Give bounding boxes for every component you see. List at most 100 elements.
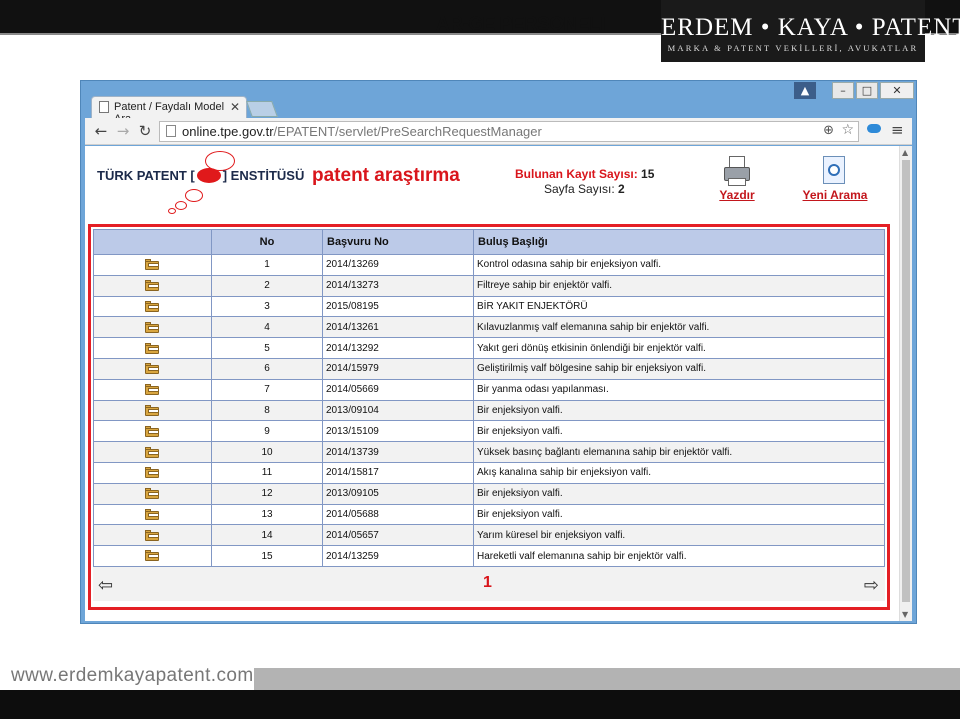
row-open-cell[interactable]	[93, 524, 212, 547]
table-row[interactable]: 12 2013/09105 Bir enjeksiyon valfi.	[93, 482, 885, 505]
open-folder-icon[interactable]	[144, 280, 161, 292]
scroll-up-icon[interactable]: ▲	[902, 148, 908, 157]
row-open-cell[interactable]	[93, 461, 212, 484]
row-open-cell[interactable]	[93, 274, 212, 297]
table-row[interactable]: 8 2013/09104 Bir enjeksiyon valfi.	[93, 399, 885, 422]
row-title: Bir enjeksiyon valfi.	[473, 482, 885, 505]
minimize-button[interactable]: –	[832, 82, 854, 99]
open-folder-icon[interactable]	[144, 550, 161, 562]
user-icon[interactable]: ▲	[794, 82, 816, 99]
column-header-no: No	[211, 229, 323, 255]
printer-icon	[724, 156, 750, 186]
row-open-cell[interactable]	[93, 503, 212, 526]
row-application-no: 2014/05657	[322, 524, 474, 547]
browser-toolbar: ← → ↻ online.tpe.gov.tr/EPATENT/servlet/…	[85, 118, 912, 145]
new-tab-button[interactable]	[246, 101, 278, 117]
row-open-cell[interactable]	[93, 357, 212, 380]
star-icon[interactable]: ☆	[841, 122, 854, 138]
open-folder-icon[interactable]	[144, 467, 161, 479]
vertical-scrollbar[interactable]: ▲ ▼	[899, 146, 912, 621]
print-label[interactable]: Yazdır	[715, 188, 759, 202]
reload-icon[interactable]: ↻	[135, 122, 155, 140]
table-row[interactable]: 9 2013/15109 Bir enjeksiyon valfi.	[93, 420, 885, 443]
table-row[interactable]: 14 2014/05657 Yarım küresel bir enjeksiyon…	[93, 524, 885, 547]
table-row[interactable]: 11 2014/15817 Akış kanalına sahip bir enje…	[93, 461, 885, 484]
current-page-number[interactable]: 1	[483, 574, 492, 592]
logo-bubble-decoration	[168, 208, 176, 214]
table-row[interactable]: 1 2014/13269 Kontrol odasına sahip bir enj…	[93, 254, 885, 276]
table-row[interactable]: 7 2014/05669 Bir yanma odası yapılanması.	[93, 378, 885, 401]
next-page-arrow-icon[interactable]: ⇨	[864, 575, 879, 596]
pages-count: 2	[618, 182, 625, 196]
table-row[interactable]: 10 2014/13739 Yüksek basınç bağlantı elema…	[93, 441, 885, 463]
row-title: Yarım küresel bir enjeksiyon valfi.	[473, 524, 885, 547]
row-title: Bir enjeksiyon valfi.	[473, 503, 885, 526]
row-open-cell[interactable]	[93, 337, 212, 359]
logo-left-text: TÜRK PATENT [	[97, 168, 195, 183]
row-title: Yüksek basınç bağlantı elemanına sahip b…	[473, 441, 885, 463]
row-title: Yakıt geri dönüş etkisinin önlendiği bir…	[473, 337, 885, 359]
table-row[interactable]: 5 2014/13292 Yakıt geri dönüş etkisinin ön…	[93, 337, 885, 359]
company-logo: ERDEM • KAYA • PATENT MARKA & PATENT VEK…	[661, 0, 960, 62]
forward-arrow-icon[interactable]: →	[113, 122, 133, 140]
page-viewport: TÜRK PATENT [ ] ENSTİTÜSÜ patent araştırm…	[85, 146, 899, 621]
scroll-down-icon[interactable]: ▼	[902, 610, 908, 619]
row-open-cell[interactable]	[93, 399, 212, 422]
row-open-cell[interactable]	[93, 316, 212, 339]
row-application-no: 2014/15817	[322, 461, 474, 484]
open-folder-icon[interactable]	[144, 425, 161, 437]
pages-label: Sayfa Sayısı:	[544, 182, 615, 196]
cloud-extension-icon[interactable]	[867, 124, 881, 133]
maximize-button[interactable]: □	[856, 82, 878, 99]
open-folder-icon[interactable]	[144, 363, 161, 375]
row-title: Bir enjeksiyon valfi.	[473, 420, 885, 443]
open-folder-icon[interactable]	[144, 488, 161, 500]
row-open-cell[interactable]	[93, 420, 212, 443]
logo-right-text: ] ENSTİTÜSÜ	[222, 168, 305, 183]
row-open-cell[interactable]	[93, 545, 212, 567]
table-row[interactable]: 15 2014/13259 Hareketli valf elemanına sah…	[93, 545, 885, 567]
table-row[interactable]: 2 2014/13273 Filtreye sahip bir enjektör v…	[93, 274, 885, 297]
address-bar[interactable]: online.tpe.gov.tr/EPATENT/servlet/PreSea…	[159, 121, 859, 142]
column-header-icon	[93, 229, 212, 255]
page-icon	[166, 125, 176, 137]
row-title: Bir enjeksiyon valfi.	[473, 399, 885, 422]
page-subtitle: patent araştırma	[312, 165, 460, 186]
print-button[interactable]: Yazdır	[715, 156, 759, 202]
browser-tab[interactable]: Patent / Faydalı Model Ara ✕	[91, 96, 247, 125]
row-application-no: 2014/13739	[322, 441, 474, 463]
row-no: 10	[211, 441, 323, 463]
tab-close-icon[interactable]: ✕	[230, 100, 240, 114]
zoom-icon[interactable]: ⊕	[823, 123, 834, 138]
row-open-cell[interactable]	[93, 441, 212, 463]
open-folder-icon[interactable]	[144, 404, 161, 416]
table-row[interactable]: 3 2015/08195 BİR YAKIT ENJEKTÖRÜ	[93, 295, 885, 318]
table-row[interactable]: 6 2014/15979 Geliştirilmiş valf bölgesine …	[93, 357, 885, 380]
table-row[interactable]: 13 2014/05688 Bir enjeksiyon valfi.	[93, 503, 885, 526]
menu-icon[interactable]: ≡	[891, 121, 904, 139]
row-open-cell[interactable]	[93, 295, 212, 318]
back-arrow-icon[interactable]: ←	[91, 122, 111, 140]
open-folder-icon[interactable]	[144, 321, 161, 333]
row-no: 1	[211, 254, 323, 276]
open-folder-icon[interactable]	[144, 446, 161, 458]
table-row[interactable]: 4 2014/13261 Kılavuzlanmış valf elemanına …	[93, 316, 885, 339]
row-title: Hareketli valf elemanına sahip bir enjek…	[473, 545, 885, 567]
row-open-cell[interactable]	[93, 482, 212, 505]
new-search-label[interactable]: Yeni Arama	[797, 188, 873, 202]
open-folder-icon[interactable]	[144, 259, 161, 271]
open-folder-icon[interactable]	[144, 300, 161, 312]
open-folder-icon[interactable]	[144, 384, 161, 396]
open-folder-icon[interactable]	[144, 529, 161, 541]
row-open-cell[interactable]	[93, 254, 212, 276]
prev-page-arrow-icon[interactable]: ⇦	[98, 575, 113, 596]
close-button[interactable]: ✕	[880, 82, 914, 99]
logo-bubble-decoration	[185, 189, 203, 202]
open-folder-icon[interactable]	[144, 342, 161, 354]
row-open-cell[interactable]	[93, 378, 212, 401]
new-search-button[interactable]: Yeni Arama	[797, 156, 873, 202]
scroll-thumb[interactable]	[902, 160, 910, 602]
open-folder-icon[interactable]	[144, 508, 161, 520]
slide: AR-GE PERSONELİ ERDEM • KAYA • PATENT MA…	[0, 0, 960, 719]
logo-main-text: ERDEM • KAYA • PATENT	[661, 14, 960, 41]
